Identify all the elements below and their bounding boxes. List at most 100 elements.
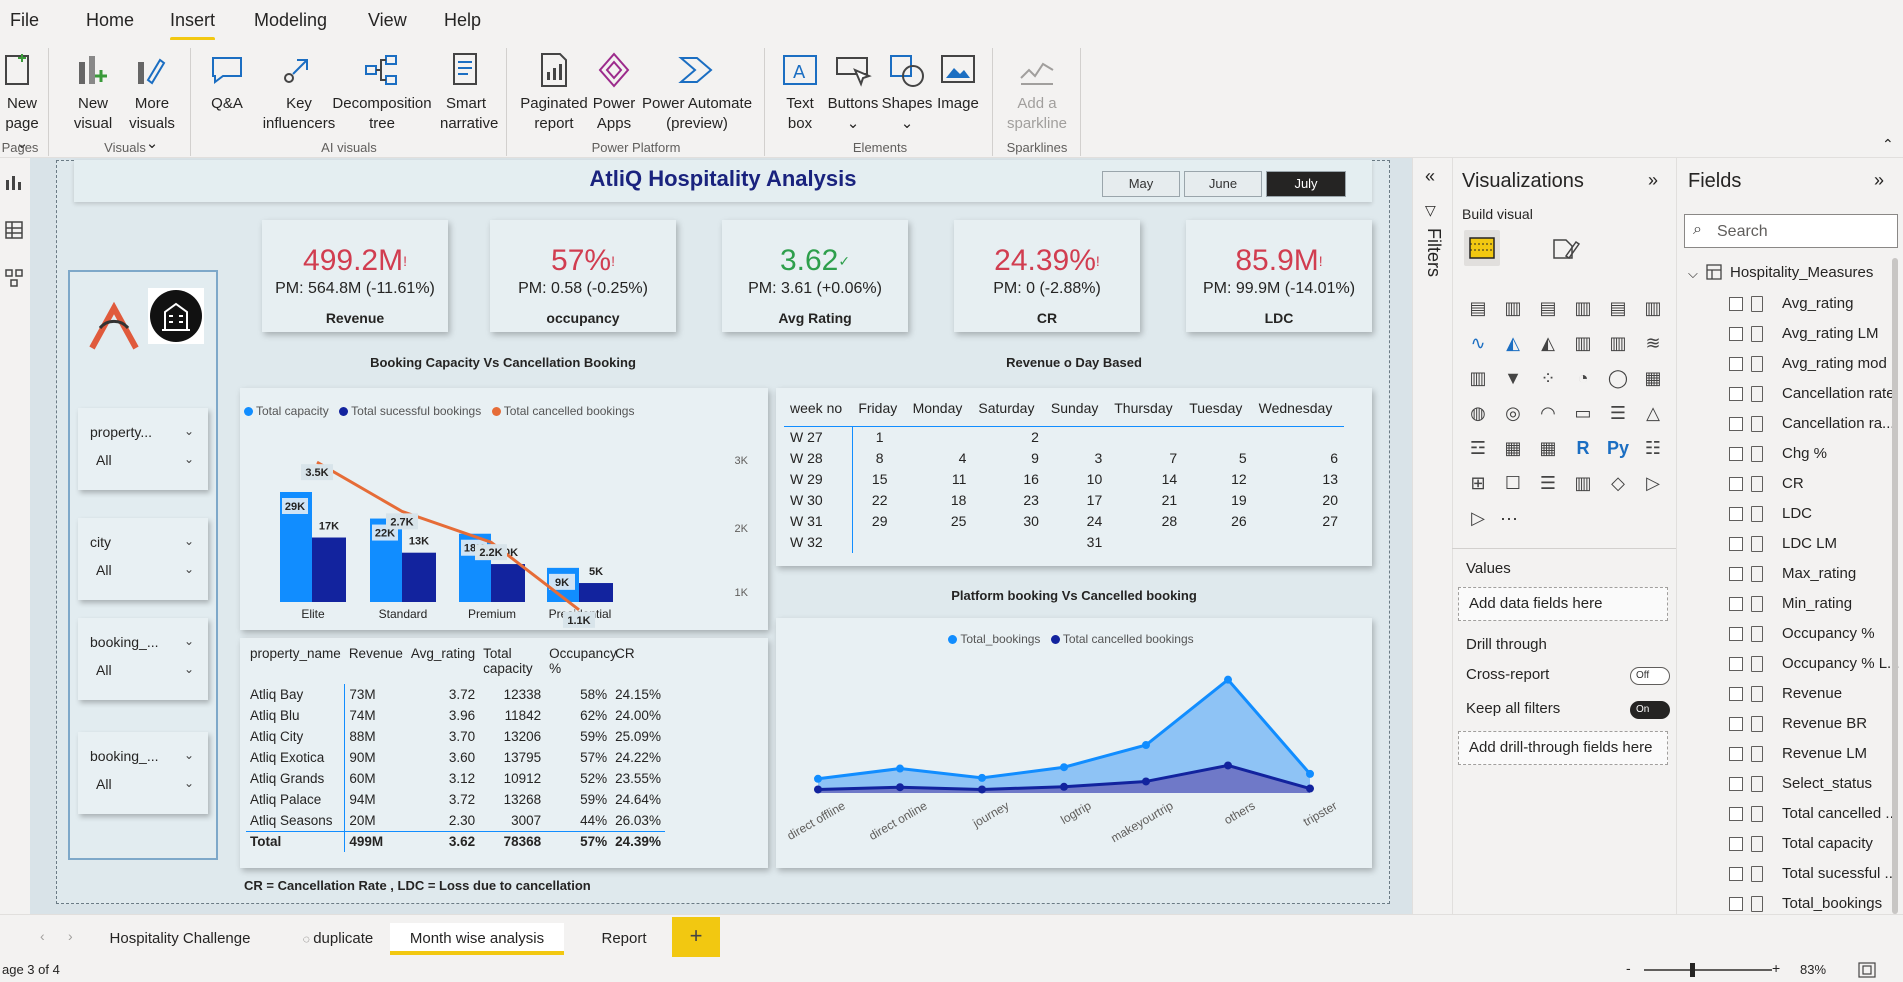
- column-header[interactable]: Sunday: [1044, 396, 1109, 427]
- fit-to-page-icon[interactable]: [1858, 962, 1876, 978]
- menu-home[interactable]: Home: [86, 10, 134, 31]
- expand-icon[interactable]: »: [1648, 170, 1658, 191]
- power-automate-button[interactable]: Power Automate (preview): [640, 50, 754, 134]
- point-cancelled-bookings[interactable]: [896, 783, 904, 792]
- viz-100-column-icon[interactable]: ▥: [1641, 298, 1665, 322]
- cross-report-toggle[interactable]: Off: [1630, 667, 1670, 685]
- field-checkbox[interactable]: [1729, 717, 1743, 731]
- chevron-right-icon[interactable]: ›: [68, 928, 73, 944]
- viz-scatter-icon[interactable]: ⁘: [1536, 368, 1560, 392]
- slicer-city[interactable]: city ⌄ All ⌄: [78, 518, 208, 600]
- field-item[interactable]: Max_rating: [1782, 565, 1856, 582]
- column-header[interactable]: Avg_rating: [407, 646, 479, 684]
- field-checkbox[interactable]: [1729, 567, 1743, 581]
- column-header[interactable]: Occupancy %: [545, 646, 617, 684]
- viz-line-icon[interactable]: ∿: [1466, 333, 1490, 357]
- keep-filters-toggle[interactable]: On: [1630, 701, 1670, 719]
- field-checkbox[interactable]: [1729, 657, 1743, 671]
- menu-view[interactable]: View: [368, 10, 407, 31]
- viz-donut-icon[interactable]: ◯: [1606, 368, 1630, 392]
- field-checkbox[interactable]: [1729, 807, 1743, 821]
- field-checkbox[interactable]: [1729, 387, 1743, 401]
- paginated-report-button[interactable]: Paginated report: [518, 50, 590, 134]
- field-item[interactable]: Total capacity: [1782, 835, 1873, 852]
- power-apps-button[interactable]: Power Apps: [592, 50, 636, 134]
- field-checkbox[interactable]: [1729, 297, 1743, 311]
- viz-100-bar-icon[interactable]: ▤: [1606, 298, 1630, 322]
- viz-kpi-icon[interactable]: △: [1641, 403, 1665, 427]
- field-item[interactable]: Occupancy % L...: [1782, 655, 1900, 672]
- point-total-bookings[interactable]: [814, 774, 822, 783]
- point-cancelled-bookings[interactable]: [814, 785, 822, 794]
- text-box-button[interactable]: A Text box: [778, 50, 822, 134]
- field-item[interactable]: Occupancy %: [1782, 625, 1875, 642]
- more-visuals-icon[interactable]: ···: [1500, 508, 1518, 529]
- month-button-june[interactable]: June: [1184, 171, 1262, 197]
- bar-successful-bookings[interactable]: [579, 583, 613, 602]
- menu-file[interactable]: File: [10, 10, 39, 31]
- viz-clustered-column-icon[interactable]: ▥: [1571, 298, 1595, 322]
- field-checkbox[interactable]: [1729, 777, 1743, 791]
- viz-gauge-icon[interactable]: ◠: [1536, 403, 1560, 427]
- field-item[interactable]: Min_rating: [1782, 595, 1852, 612]
- viz-automate-2-icon[interactable]: ▷: [1466, 508, 1490, 532]
- bar-successful-bookings[interactable]: [312, 537, 346, 602]
- point-cancelled-bookings[interactable]: [1060, 782, 1068, 791]
- slicer-property[interactable]: property... ⌄ All ⌄: [78, 408, 208, 490]
- model-view-icon[interactable]: [4, 268, 24, 288]
- column-header[interactable]: Total capacity: [479, 646, 545, 684]
- column-header[interactable]: week no: [784, 396, 853, 427]
- zoom-in-icon[interactable]: +: [1772, 960, 1780, 976]
- field-checkbox[interactable]: [1729, 417, 1743, 431]
- data-view-icon[interactable]: [4, 220, 24, 240]
- point-cancelled-bookings[interactable]: [1142, 777, 1150, 786]
- viz-treemap-icon[interactable]: ▦: [1641, 368, 1665, 392]
- viz-map-icon[interactable]: ◍: [1466, 403, 1490, 427]
- month-button-july[interactable]: July: [1266, 171, 1346, 197]
- field-item[interactable]: Total sucessful ...: [1782, 865, 1897, 882]
- point-total-bookings[interactable]: [978, 773, 986, 782]
- build-visual-tab[interactable]: [1464, 230, 1500, 266]
- add-sparkline-button[interactable]: Add a sparkline: [1002, 50, 1072, 134]
- chevron-down-icon[interactable]: ⌄: [184, 748, 194, 762]
- field-item[interactable]: Cancellation rate: [1782, 385, 1895, 402]
- viz-area-icon[interactable]: ◭: [1501, 333, 1525, 357]
- field-item[interactable]: LDC: [1782, 505, 1812, 522]
- report-view-icon[interactable]: [4, 172, 24, 192]
- chevron-down-icon[interactable]: ⌵: [1688, 266, 1698, 282]
- shapes-button[interactable]: Shapes ⌄: [880, 50, 934, 134]
- point-cancelled-bookings[interactable]: [978, 785, 986, 794]
- viz-stacked-column-icon[interactable]: ▥: [1501, 298, 1525, 322]
- viz-card-icon[interactable]: ▭: [1571, 403, 1595, 427]
- zoom-slider[interactable]: [1644, 969, 1772, 971]
- viz-apps-icon[interactable]: ◇: [1606, 473, 1630, 497]
- field-item[interactable]: Revenue LM: [1782, 745, 1867, 762]
- chevron-down-icon[interactable]: ⌄: [184, 562, 194, 576]
- field-item[interactable]: Select_status: [1782, 775, 1872, 792]
- viz-narrative-icon[interactable]: ☰: [1536, 473, 1560, 497]
- bar-successful-bookings[interactable]: [402, 552, 436, 602]
- field-item[interactable]: Chg %: [1782, 445, 1827, 462]
- chevron-down-icon[interactable]: ⌄: [184, 634, 194, 648]
- point-total-bookings[interactable]: [1224, 675, 1232, 684]
- field-checkbox[interactable]: [1729, 897, 1743, 911]
- field-checkbox[interactable]: [1729, 447, 1743, 461]
- field-checkbox[interactable]: [1729, 597, 1743, 611]
- bar-successful-bookings[interactable]: [491, 564, 525, 602]
- point-cancelled-bookings[interactable]: [1224, 761, 1232, 770]
- smart-narrative-button[interactable]: Smart narrative: [440, 50, 498, 134]
- point-total-bookings[interactable]: [896, 764, 904, 773]
- image-button[interactable]: Image: [934, 50, 982, 114]
- tab-report[interactable]: Report: [584, 923, 664, 955]
- point-total-bookings[interactable]: [1142, 741, 1150, 749]
- collapse-ribbon-icon[interactable]: ⌃: [1882, 136, 1894, 153]
- chevron-down-icon[interactable]: ⌄: [184, 662, 194, 676]
- viz-clustered-bar-icon[interactable]: ▤: [1536, 298, 1560, 322]
- column-header[interactable]: Saturday: [972, 396, 1045, 427]
- point-cancelled-bookings[interactable]: [1306, 784, 1314, 793]
- line-cancelled-bookings[interactable]: [316, 460, 580, 612]
- viz-r-script-icon[interactable]: R: [1571, 438, 1595, 462]
- chevron-down-icon[interactable]: ⌄: [184, 534, 194, 548]
- field-checkbox[interactable]: [1729, 537, 1743, 551]
- point-total-bookings[interactable]: [1306, 769, 1314, 778]
